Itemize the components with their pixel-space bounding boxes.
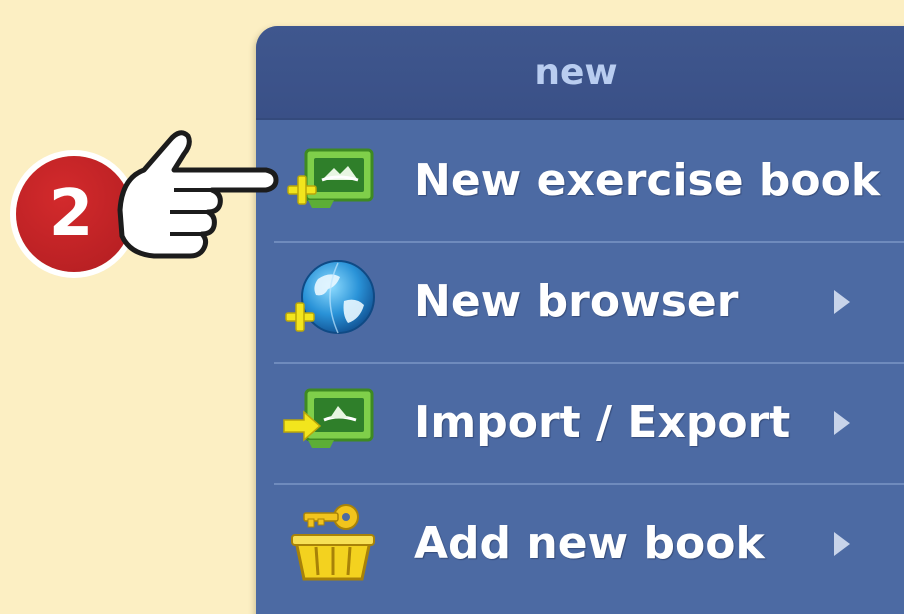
- menu-item-label: New exercise book: [414, 155, 881, 206]
- add-book-basket-icon: [278, 499, 384, 589]
- menu-item-label: Add new book: [414, 518, 765, 569]
- menu-item-label: Import / Export: [414, 397, 791, 448]
- menu-item-import-export[interactable]: Import / Export: [256, 362, 904, 483]
- submenu-arrow-icon: [834, 531, 850, 556]
- screen: new New exercise book New browser Import…: [0, 0, 904, 614]
- menu-header: new: [256, 26, 904, 120]
- menu-item-add-new-book[interactable]: Add new book: [256, 483, 904, 604]
- submenu-arrow-icon: [834, 289, 850, 314]
- submenu-arrow-icon: [834, 410, 850, 435]
- pointing-hand-icon: [117, 130, 279, 259]
- new-exercise-book-icon: [278, 136, 384, 226]
- import-export-icon: [278, 378, 384, 468]
- menu-item-new-browser[interactable]: New browser: [256, 241, 904, 362]
- menu-item-new-exercise-book[interactable]: New exercise book: [256, 120, 904, 241]
- new-menu-panel: new New exercise book New browser Import…: [256, 26, 904, 614]
- new-browser-globe-icon: [278, 257, 384, 347]
- menu-item-label: New browser: [414, 276, 739, 327]
